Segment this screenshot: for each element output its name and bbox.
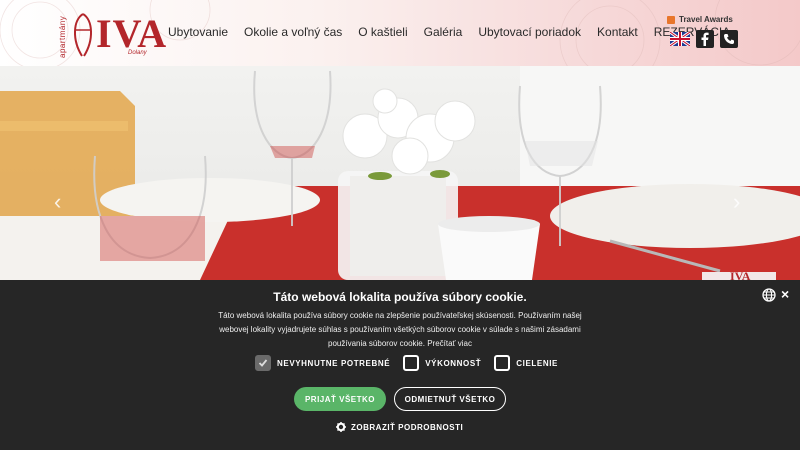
hero-image: IVA bbox=[0, 66, 800, 280]
logo-figure-icon bbox=[74, 13, 92, 57]
uk-flag-icon[interactable] bbox=[670, 32, 690, 46]
nav-item-galeria[interactable]: Galéria bbox=[424, 25, 463, 39]
logo[interactable]: apartmány IVA Dolany bbox=[58, 8, 166, 60]
slider-prev-arrow[interactable]: ‹ bbox=[54, 191, 68, 213]
awards-icon bbox=[667, 15, 675, 24]
nav-item-o-kastieli[interactable]: O kaštieli bbox=[358, 25, 407, 39]
nav-item-ubytovanie[interactable]: Ubytovanie bbox=[168, 25, 228, 39]
checkbox-label: NEVYHNUTNE POTREBNÉ bbox=[277, 358, 391, 368]
show-details-link[interactable]: ZOBRAZIŤ PODROBNOSTI bbox=[336, 422, 463, 432]
checkmark-icon bbox=[258, 359, 268, 367]
cookie-title: Táto webová lokalita používa súbory cook… bbox=[273, 290, 527, 304]
awards-label: Travel Awards bbox=[679, 15, 733, 24]
nav-item-okolie[interactable]: Okolie a voľný čas bbox=[244, 25, 342, 39]
nav-item-ubytovaci-poriadok[interactable]: Ubytovací poriadok bbox=[478, 25, 581, 39]
cookie-banner: Táto webová lokalita používa súbory cook… bbox=[0, 280, 800, 450]
cookie-option-necessary[interactable]: NEVYHNUTNE POTREBNÉ bbox=[255, 355, 390, 371]
slider-next-arrow[interactable]: › bbox=[733, 191, 747, 213]
site-header: apartmány IVA Dolany Ubytovanie Okolie a… bbox=[0, 0, 800, 66]
main-nav: Ubytovanie Okolie a voľný čas O kaštieli… bbox=[168, 25, 746, 39]
checkbox-targeting[interactable] bbox=[494, 355, 511, 371]
accept-all-button[interactable]: PRIJAŤ VŠETKO bbox=[294, 387, 386, 411]
checkbox-label: VÝKONNOSŤ bbox=[425, 358, 482, 368]
logo-sub-text: Dolany bbox=[128, 50, 147, 56]
checkbox-performance[interactable] bbox=[403, 355, 420, 371]
logo-vertical-text: apartmány bbox=[58, 15, 67, 58]
facebook-icon[interactable] bbox=[696, 30, 714, 48]
phone-icon[interactable] bbox=[720, 30, 738, 48]
cookie-description: Táto webová lokalita používa súbory cook… bbox=[218, 311, 582, 348]
travel-awards-badge[interactable]: Travel Awards bbox=[667, 15, 733, 24]
gear-icon bbox=[336, 422, 346, 432]
nav-item-kontakt[interactable]: Kontakt bbox=[597, 25, 638, 39]
checkbox-necessary[interactable] bbox=[255, 355, 271, 371]
show-details-label: ZOBRAZIŤ PODROBNOSTI bbox=[351, 422, 464, 432]
cookie-options: NEVYHNUTNE POTREBNÉ VÝKONNOSŤ CIELENIE bbox=[255, 355, 571, 371]
globe-icon[interactable] bbox=[762, 288, 776, 302]
cookie-option-performance[interactable]: VÝKONNOSŤ bbox=[403, 355, 481, 371]
cookie-option-targeting[interactable]: CIELENIE bbox=[494, 355, 558, 371]
checkbox-label: CIELENIE bbox=[516, 358, 558, 368]
hero-slider: IVA ‹ › bbox=[0, 66, 800, 280]
svg-text:IVA: IVA bbox=[730, 269, 751, 280]
decline-all-button[interactable]: ODMIETNUŤ VŠETKO bbox=[394, 387, 506, 411]
header-icons bbox=[670, 30, 738, 48]
close-icon[interactable]: × bbox=[781, 286, 789, 302]
